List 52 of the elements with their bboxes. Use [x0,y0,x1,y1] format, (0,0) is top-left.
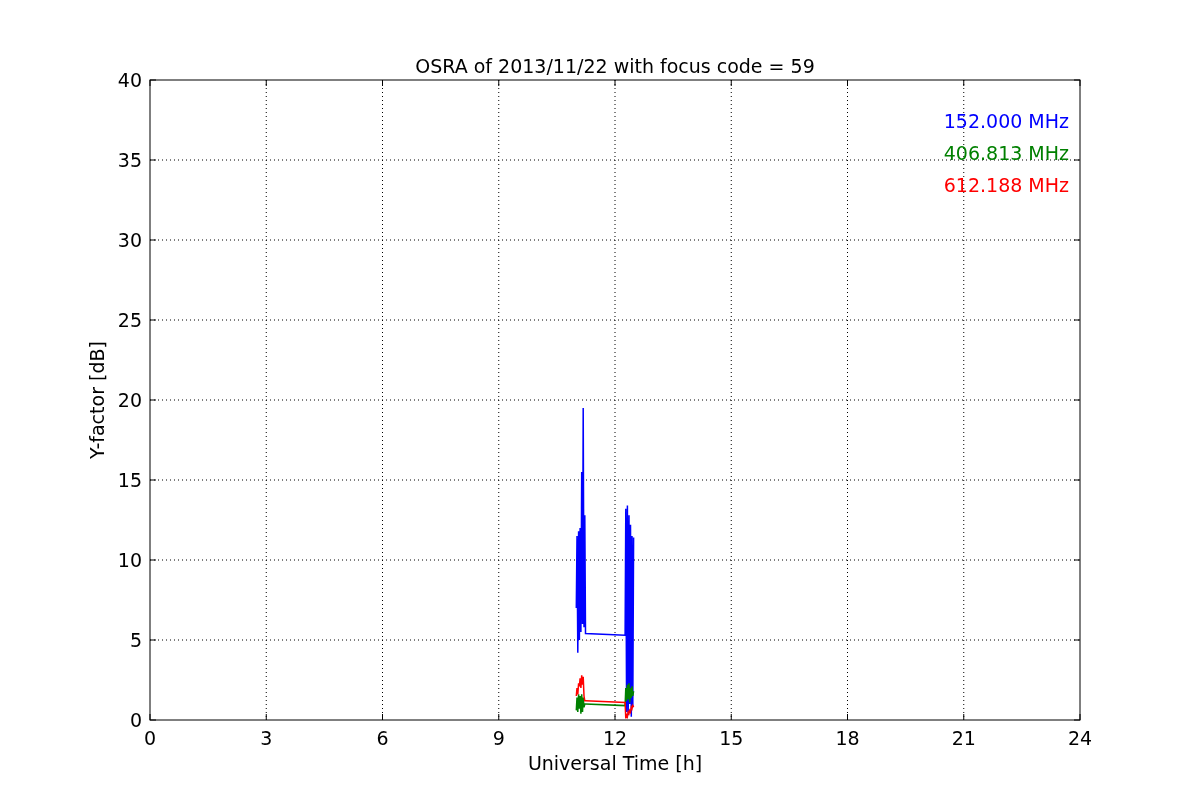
tick-mark [498,79,500,87]
y-tick-label: 20 [117,389,142,411]
x-tick-label: 15 [719,727,744,749]
x-tick-label: 6 [376,727,389,749]
tick-mark [149,639,157,641]
y-tick-label: 10 [117,549,142,571]
x-tick-label: 9 [492,727,505,749]
y-tick-label: 5 [129,629,142,651]
tick-mark [847,79,848,87]
tick-mark [1073,559,1081,561]
tick-mark [730,713,732,721]
y-tick-label: 25 [117,309,142,331]
tick-mark [265,713,267,721]
tick-mark [1073,239,1081,241]
tick-mark [149,239,157,241]
tick-mark [498,713,500,721]
y-tick-label: 35 [117,149,142,171]
x-axis-label: Universal Time [h] [527,752,703,774]
x-tick-label: 3 [260,727,273,749]
tick-mark [1073,319,1081,321]
x-tick-label: 12 [602,727,628,749]
y-tick-label: 30 [117,229,142,251]
tick-mark [1073,639,1081,641]
x-tick-label: 18 [835,727,860,749]
y-tick-label: 15 [117,469,142,491]
tick-mark [730,79,732,87]
tick-mark [149,559,157,561]
tick-mark [1073,479,1081,481]
legend-label: 612.188 MHz [943,174,1069,196]
tick-mark [614,79,616,87]
legend-label: 406.813 MHz [943,142,1069,164]
x-tick-label: 21 [951,727,976,749]
tick-mark [1073,159,1081,161]
y-tick-label: 40 [117,69,142,91]
tick-mark [265,79,267,87]
tick-mark [847,713,848,721]
y-tick-label: 0 [129,709,142,731]
y-axis-label: Y-factor [dB] [86,341,108,459]
tick-mark [963,79,965,87]
tick-mark [149,399,157,401]
tick-mark [382,713,383,721]
tick-mark [149,479,157,481]
x-tick-label: 0 [143,727,157,749]
chart-title: OSRA of 2013/11/22 with focus code = 59 [415,55,815,77]
legend-label: 152.000 MHz [943,110,1069,132]
tick-mark [1073,399,1081,401]
tick-mark [382,79,383,87]
tick-mark [149,319,157,321]
tick-mark [149,159,157,161]
tick-mark [614,713,616,721]
x-tick-label: 24 [1067,727,1093,749]
tick-mark [963,713,965,721]
